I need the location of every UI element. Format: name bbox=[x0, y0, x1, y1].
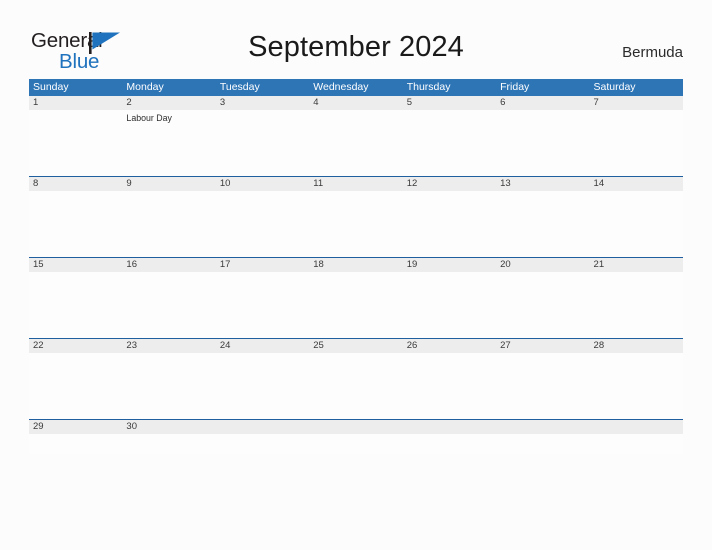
day-cell[interactable] bbox=[29, 110, 122, 176]
date-number bbox=[403, 420, 496, 434]
week-row: 1 2 3 4 5 6 7 Labour Day bbox=[29, 96, 683, 176]
date-number[interactable]: 3 bbox=[216, 96, 309, 110]
date-number[interactable]: 4 bbox=[309, 96, 402, 110]
date-number[interactable]: 22 bbox=[29, 339, 122, 353]
day-cell[interactable] bbox=[496, 272, 589, 338]
date-number[interactable]: 8 bbox=[29, 177, 122, 191]
date-number[interactable]: 9 bbox=[122, 177, 215, 191]
day-cell bbox=[216, 434, 309, 454]
date-number[interactable]: 6 bbox=[496, 96, 589, 110]
day-header-thursday: Thursday bbox=[406, 81, 451, 93]
day-cell[interactable] bbox=[216, 272, 309, 338]
date-number[interactable]: 21 bbox=[590, 258, 683, 272]
week-row: 22 23 24 25 26 27 28 bbox=[29, 338, 683, 419]
day-cell[interactable] bbox=[122, 353, 215, 419]
date-number[interactable]: 18 bbox=[309, 258, 402, 272]
calendar-grid: Sunday Monday Tuesday Wednesday Thursday… bbox=[29, 79, 683, 454]
day-cell[interactable] bbox=[496, 191, 589, 257]
date-number bbox=[216, 420, 309, 434]
week-body-band bbox=[29, 353, 683, 419]
day-cell[interactable] bbox=[403, 272, 496, 338]
day-cell[interactable]: Labour Day bbox=[122, 110, 215, 176]
date-number[interactable]: 20 bbox=[496, 258, 589, 272]
day-cell[interactable] bbox=[309, 353, 402, 419]
date-number[interactable]: 12 bbox=[403, 177, 496, 191]
date-number[interactable]: 28 bbox=[590, 339, 683, 353]
date-number[interactable]: 27 bbox=[496, 339, 589, 353]
date-number[interactable]: 14 bbox=[590, 177, 683, 191]
event-label: Labour Day bbox=[126, 113, 172, 123]
day-header-tuesday: Tuesday bbox=[219, 81, 260, 93]
calendar-page: General Blue September 2024 Bermuda Sund… bbox=[0, 0, 712, 550]
week-date-band: 15 16 17 18 19 20 21 bbox=[29, 258, 683, 272]
day-cell[interactable] bbox=[309, 272, 402, 338]
date-number[interactable]: 30 bbox=[122, 420, 215, 434]
week-date-band: 8 9 10 11 12 13 14 bbox=[29, 177, 683, 191]
week-body-band bbox=[29, 191, 683, 257]
week-date-band: 1 2 3 4 5 6 7 bbox=[29, 96, 683, 110]
week-row: 8 9 10 11 12 13 14 bbox=[29, 176, 683, 257]
day-cell[interactable] bbox=[403, 191, 496, 257]
week-body-band bbox=[29, 434, 683, 454]
date-number[interactable]: 13 bbox=[496, 177, 589, 191]
country-label: Bermuda bbox=[622, 44, 683, 61]
day-cell[interactable] bbox=[216, 110, 309, 176]
date-number[interactable]: 10 bbox=[216, 177, 309, 191]
date-number[interactable]: 19 bbox=[403, 258, 496, 272]
day-cell[interactable] bbox=[590, 191, 683, 257]
week-row: 29 30 bbox=[29, 419, 683, 454]
day-cell[interactable] bbox=[216, 191, 309, 257]
date-number[interactable]: 1 bbox=[29, 96, 122, 110]
day-cell[interactable] bbox=[29, 272, 122, 338]
day-of-week-header-row: Sunday Monday Tuesday Wednesday Thursday… bbox=[29, 79, 683, 96]
day-header-monday: Monday bbox=[126, 81, 164, 93]
date-number[interactable]: 26 bbox=[403, 339, 496, 353]
day-cell[interactable] bbox=[309, 110, 402, 176]
page-title: September 2024 bbox=[248, 31, 464, 63]
week-date-band: 29 30 bbox=[29, 420, 683, 434]
date-number[interactable]: 7 bbox=[590, 96, 683, 110]
day-cell bbox=[309, 434, 402, 454]
day-cell[interactable] bbox=[590, 353, 683, 419]
date-number[interactable]: 16 bbox=[122, 258, 215, 272]
page-header: General Blue September 2024 Bermuda bbox=[0, 0, 712, 78]
date-number[interactable]: 11 bbox=[309, 177, 402, 191]
day-cell[interactable] bbox=[309, 191, 402, 257]
week-body-band bbox=[29, 272, 683, 338]
day-cell[interactable] bbox=[496, 353, 589, 419]
date-number[interactable]: 5 bbox=[403, 96, 496, 110]
date-number[interactable]: 29 bbox=[29, 420, 122, 434]
week-body-band: Labour Day bbox=[29, 110, 683, 176]
day-cell bbox=[496, 434, 589, 454]
date-number[interactable]: 23 bbox=[122, 339, 215, 353]
date-number[interactable]: 17 bbox=[216, 258, 309, 272]
day-cell[interactable] bbox=[29, 434, 122, 454]
day-cell[interactable] bbox=[590, 110, 683, 176]
day-cell[interactable] bbox=[122, 272, 215, 338]
day-header-saturday: Saturday bbox=[593, 81, 636, 93]
day-cell[interactable] bbox=[29, 353, 122, 419]
date-number[interactable]: 15 bbox=[29, 258, 122, 272]
day-cell[interactable] bbox=[29, 191, 122, 257]
date-number bbox=[496, 420, 589, 434]
day-cell bbox=[403, 434, 496, 454]
day-cell[interactable] bbox=[122, 191, 215, 257]
date-number[interactable]: 24 bbox=[216, 339, 309, 353]
day-cell[interactable] bbox=[403, 110, 496, 176]
day-cell[interactable] bbox=[403, 353, 496, 419]
day-cell[interactable] bbox=[590, 272, 683, 338]
day-cell[interactable] bbox=[496, 110, 589, 176]
week-date-band: 22 23 24 25 26 27 28 bbox=[29, 339, 683, 353]
day-header-sunday: Sunday bbox=[33, 81, 69, 93]
date-number[interactable]: 2 bbox=[122, 96, 215, 110]
day-cell bbox=[590, 434, 683, 454]
date-number bbox=[590, 420, 683, 434]
day-cell[interactable] bbox=[216, 353, 309, 419]
day-header-friday: Friday bbox=[500, 81, 530, 93]
day-cell[interactable] bbox=[122, 434, 215, 454]
week-row: 15 16 17 18 19 20 21 bbox=[29, 257, 683, 338]
date-number[interactable]: 25 bbox=[309, 339, 402, 353]
date-number bbox=[309, 420, 402, 434]
day-header-wednesday: Wednesday bbox=[313, 81, 369, 93]
